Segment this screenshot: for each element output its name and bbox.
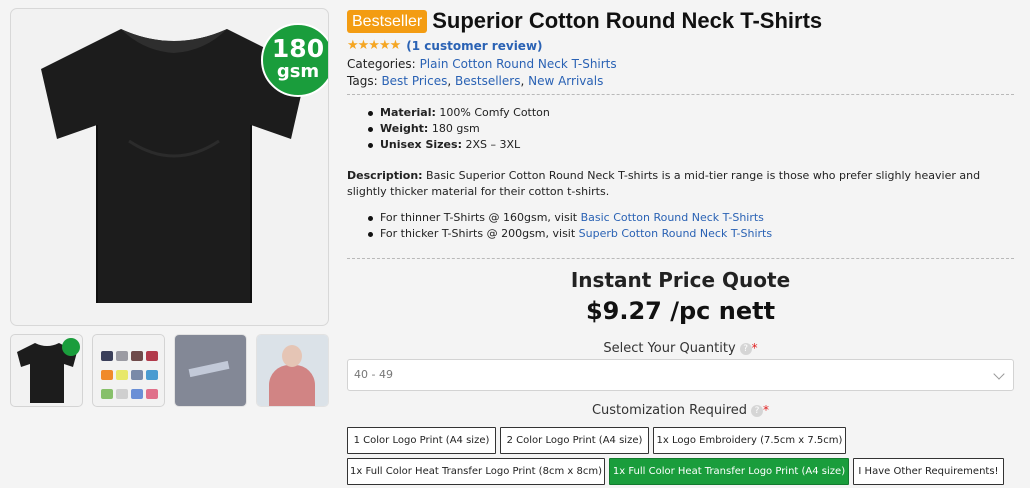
tag-link-bestsellers[interactable]: Bestsellers [455,74,520,88]
gsm-badge-value: 180 [271,34,325,63]
mini-gsm-badge [62,338,80,356]
bestseller-badge: Bestseller [347,9,428,33]
tag-link-new-arrivals[interactable]: New Arrivals [528,74,603,88]
tag-separator: , [447,74,455,88]
customization-label: Customization Required [591,403,748,418]
spec-value: 2XS – 3XL [461,138,521,151]
tag-link-best-prices[interactable]: Best Prices [381,74,447,88]
option-heat-transfer-8cm[interactable]: 1x Full Color Heat Transfer Logo Print (… [347,458,605,485]
spec-material: Material: 100% Comfy Cotton [368,105,550,121]
spec-value: 100% Comfy Cotton [435,106,550,119]
help-icon[interactable]: ? [751,404,764,417]
gsm-badge: 180 gsm [261,23,328,97]
related-link-item: For thicker T-Shirts @ 200gsm, visit Sup… [367,226,772,242]
spec-sizes: Unisex Sizes: 2XS – 3XL [368,137,550,153]
spec-weight: Weight: 180 gsm [368,121,550,137]
product-description: Description: Basic Superior Cotton Round… [347,168,1012,200]
required-mark: * [763,403,770,417]
divider [347,258,1014,259]
star-rating-icon: ★★★★★ [347,38,401,53]
thumbnail-model-photo[interactable] [256,334,329,407]
spec-label: Unisex Sizes: [380,138,462,151]
option-heat-transfer-a4-selected[interactable]: 1x Full Color Heat Transfer Logo Print (… [609,458,849,485]
quantity-select[interactable]: 40 - 49 [347,359,1014,391]
basic-cotton-link[interactable]: Basic Cotton Round Neck T-Shirts [581,211,764,224]
option-2-color-logo-print[interactable]: 2 Color Logo Print (A4 size) [500,427,649,454]
gsm-badge-unit: gsm [276,61,320,82]
description-label: Description: [347,169,423,182]
categories-row: Categories: Plain Cotton Round Neck T-Sh… [347,57,617,71]
related-links: For thinner T-Shirts @ 160gsm, visit Bas… [367,210,772,242]
tags-row: Tags: Best Prices, Bestsellers, New Arri… [347,74,603,88]
spec-list: Material: 100% Comfy Cotton Weight: 180 … [368,105,550,153]
option-logo-embroidery[interactable]: 1x Logo Embroidery (7.5cm x 7.5cm) [653,427,846,454]
description-text: Basic Superior Cotton Round Neck T-shirt… [347,169,981,198]
related-link-prefix: For thicker T-Shirts @ 200gsm, visit [380,227,579,240]
quantity-label: Select Your Quantity [603,341,736,356]
thumbnail-black-tshirt[interactable] [10,334,83,407]
spec-value: 180 gsm [428,122,480,135]
model-body-image [269,365,315,406]
categories-label: Categories: [347,57,416,71]
related-link-prefix: For thinner T-Shirts @ 160gsm, visit [380,211,581,224]
product-title: Superior Cotton Round Neck T-Shirts [432,8,823,33]
price-value: $9.27 /pc nett [585,297,776,325]
thumbnail-strip [10,334,330,408]
price-quote-title: Instant Price Quote [570,268,791,292]
chevron-down-icon [993,368,1005,380]
customization-label-row: Customization Required? * [347,403,1014,418]
category-link[interactable]: Plain Cotton Round Neck T-Shirts [420,57,617,71]
spec-label: Material: [380,106,436,119]
superb-cotton-link[interactable]: Superb Cotton Round Neck T-Shirts [579,227,772,240]
tag-separator: , [520,74,529,88]
main-product-image[interactable]: 180 gsm [10,8,329,326]
help-icon[interactable]: ? [739,342,752,355]
option-other-requirements[interactable]: I Have Other Requirements! [853,458,1004,485]
quantity-label-row: Select Your Quantity? * [347,341,1014,356]
color-swatches [99,351,159,403]
model-head-image [282,345,302,367]
option-1-color-logo-print[interactable]: 1 Color Logo Print (A4 size) [347,427,496,454]
required-mark: * [751,341,758,355]
tags-label: Tags: [347,74,378,88]
divider [347,94,1014,95]
quantity-value: 40 - 49 [354,368,393,381]
rating-row: ★★★★★ (1 customer review) [347,38,543,53]
product-header: Bestseller Superior Cotton Round Neck T-… [347,8,822,34]
thumbnail-color-chart[interactable] [92,334,165,407]
customer-review-link[interactable]: (1 customer review) [406,39,542,53]
spec-label: Weight: [380,122,429,135]
related-link-item: For thinner T-Shirts @ 160gsm, visit Bas… [367,210,772,226]
thumbnail-print-sample[interactable] [174,334,247,407]
